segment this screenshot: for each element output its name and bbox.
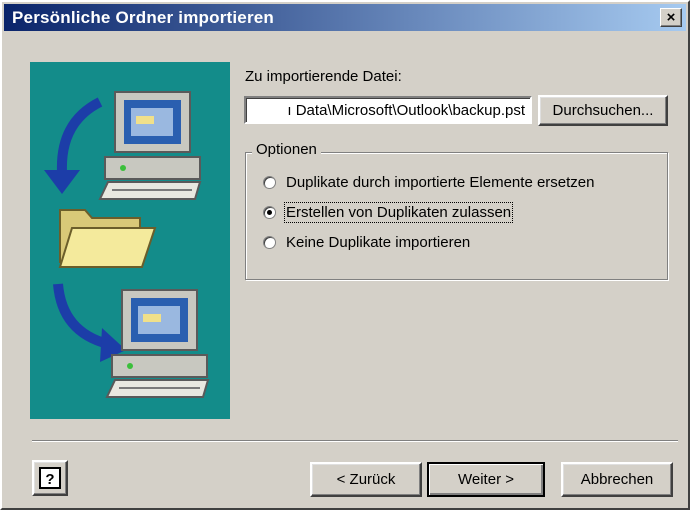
- option-no-duplicates[interactable]: Keine Duplikate importieren: [263, 231, 470, 253]
- help-icon: ?: [39, 467, 61, 489]
- close-icon: ×: [666, 9, 676, 26]
- computer-icon: [98, 91, 202, 200]
- folder-icon: [58, 209, 157, 268]
- option-label: Erstellen von Duplikaten zulassen: [283, 201, 514, 223]
- option-label: Keine Duplikate importieren: [286, 233, 471, 251]
- file-label: Zu importierende Datei:: [245, 68, 402, 85]
- separator: [32, 440, 678, 442]
- computer-icon: [105, 289, 210, 398]
- illustration-graphic: [44, 91, 210, 398]
- cancel-button[interactable]: Abbrechen: [561, 462, 673, 497]
- title-bar[interactable]: Persönliche Ordner importieren ×: [4, 4, 686, 31]
- close-button[interactable]: ×: [660, 8, 682, 27]
- next-button[interactable]: Weiter >: [427, 462, 545, 497]
- back-button[interactable]: < Zurück: [310, 462, 422, 497]
- option-label: Duplikate durch importierte Elemente ers…: [286, 173, 595, 191]
- svg-text:?: ?: [45, 471, 54, 488]
- arrow-icon: [53, 283, 126, 362]
- arrow-icon: [44, 97, 103, 194]
- option-allow-duplicates[interactable]: Erstellen von Duplikaten zulassen: [263, 201, 514, 223]
- help-button[interactable]: ?: [32, 460, 68, 496]
- file-path-input[interactable]: [244, 96, 532, 124]
- window-title: Persönliche Ordner importieren: [12, 8, 275, 27]
- import-dialog: Persönliche Ordner importieren × Zu impo…: [0, 0, 690, 510]
- radio-button[interactable]: [263, 235, 276, 249]
- option-replace-duplicates[interactable]: Duplikate durch importierte Elemente ers…: [263, 171, 594, 193]
- browse-button[interactable]: Durchsuchen...: [538, 95, 668, 126]
- radio-button[interactable]: [263, 205, 276, 219]
- radio-button[interactable]: [263, 175, 276, 189]
- options-legend: Optionen: [252, 141, 321, 158]
- import-illustration: [30, 62, 230, 419]
